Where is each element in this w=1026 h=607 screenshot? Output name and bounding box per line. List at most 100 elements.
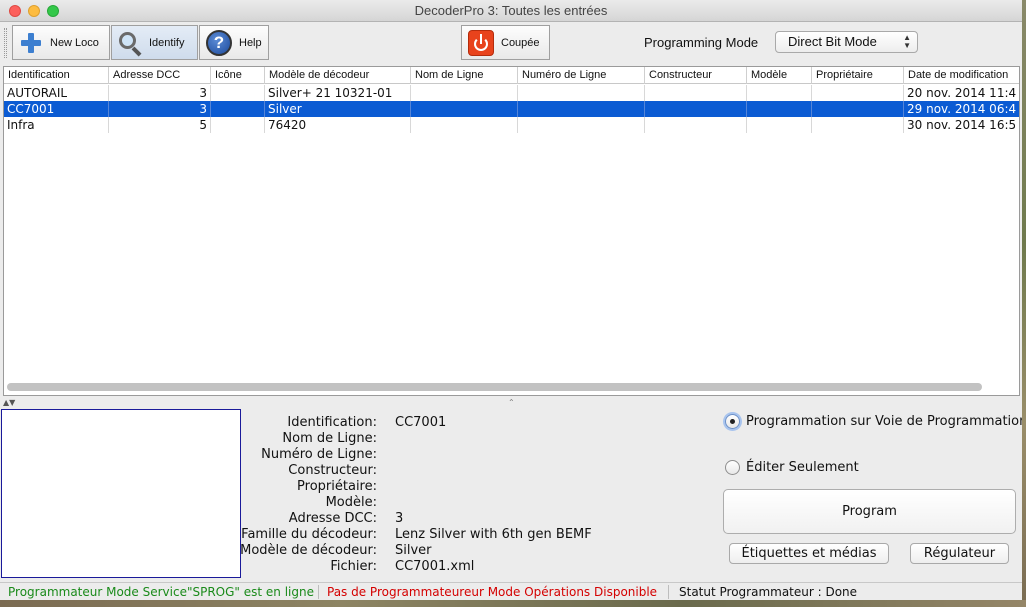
help-icon: ? <box>206 29 232 56</box>
identify-label: Identify <box>149 36 185 49</box>
programming-mode-select[interactable]: Direct Bit Mode ▲ ▼ <box>775 31 918 53</box>
edit-only-radio[interactable] <box>725 460 740 475</box>
table-cell <box>518 117 645 133</box>
detail-value-decoder-family: Lenz Silver with 6th gen BEMF <box>395 527 592 542</box>
window-title: DecoderPro 3: Toutes les entrées <box>414 3 608 18</box>
table-cell: 76420 <box>265 117 411 133</box>
status-divider <box>668 585 669 599</box>
plus-icon <box>19 31 43 55</box>
magnifier-icon <box>118 31 142 56</box>
table-cell <box>211 101 265 117</box>
service-mode-status: Programmateur Mode Service"SPROG" est en… <box>8 585 314 599</box>
table-cell <box>518 101 645 117</box>
detail-label-decoder-family: Famille du décodeur: <box>241 527 377 542</box>
table-cell <box>411 101 518 117</box>
programming-track-label: Programmation sur Voie de Programmation <box>746 414 1022 429</box>
help-button[interactable]: ? Help <box>199 25 269 60</box>
table-cell: 3 <box>109 85 211 101</box>
detail-value-decoder-model: Silver <box>395 543 432 558</box>
table-cell: Silver+ 21 10321-01 <box>265 85 411 101</box>
power-label: Coupée <box>501 36 540 49</box>
table-cell: 30 nov. 2014 16:5 <box>904 117 1019 133</box>
collapse-arrows-icon[interactable]: ▲▼ <box>3 398 15 407</box>
table-cell <box>645 101 747 117</box>
table-cell <box>747 117 812 133</box>
table-row[interactable]: Infra 5 76420 30 nov. 2014 16:5 <box>4 117 1019 133</box>
table-cell: 20 nov. 2014 11:4 <box>904 85 1019 101</box>
table-row[interactable]: CC7001 3 Silver 29 nov. 2014 06:4 <box>4 101 1019 117</box>
table-cell: 29 nov. 2014 06:4 <box>904 101 1019 117</box>
table-cell: CC7001 <box>4 101 109 117</box>
col-icon-header[interactable]: Icône <box>211 67 265 84</box>
table-cell <box>645 85 747 101</box>
table-cell <box>411 117 518 133</box>
detail-label-road-number: Numéro de Ligne: <box>261 447 377 462</box>
table-cell <box>812 85 904 101</box>
program-button[interactable]: Program <box>723 489 1016 534</box>
roster-table: Identification Adresse DCC Icône Modèle de … <box>3 66 1020 396</box>
programming-mode-label: Programming Mode <box>644 35 759 50</box>
edit-only-label: Éditer Seulement <box>746 460 859 475</box>
identify-button[interactable]: Identify <box>111 25 198 60</box>
help-label: Help <box>239 36 262 49</box>
programming-track-radio[interactable] <box>725 414 740 429</box>
col-owner-header[interactable]: Propriétaire <box>812 67 904 84</box>
col-dcc-address-header[interactable]: Adresse DCC <box>109 67 211 84</box>
detail-label-model: Modèle: <box>325 495 377 510</box>
detail-label-manufacturer: Constructeur: <box>288 463 377 478</box>
detail-value-file: CC7001.xml <box>395 559 475 574</box>
table-cell <box>747 85 812 101</box>
throttle-button[interactable]: Régulateur <box>910 543 1009 564</box>
table-cell <box>211 117 265 133</box>
col-decoder-model-header[interactable]: Modèle de décodeur <box>265 67 411 84</box>
detail-value-identification: CC7001 <box>395 415 447 430</box>
status-divider <box>318 585 319 599</box>
select-arrows-icon: ▲ ▼ <box>903 33 911 50</box>
table-cell <box>812 117 904 133</box>
detail-label-owner: Propriétaire: <box>297 479 377 494</box>
detail-label-road-name: Nom de Ligne: <box>282 431 377 446</box>
col-identification-header[interactable]: Identification <box>4 67 109 84</box>
main-window: DecoderPro 3: Toutes les entrées New Loc… <box>0 0 1022 607</box>
status-bar: Programmateur Mode Service"SPROG" est en… <box>0 582 1022 600</box>
detail-label-file: Fichier: <box>330 559 377 574</box>
table-cell: 3 <box>109 101 211 117</box>
table-row[interactable]: AUTORAIL 3 Silver+ 21 10321-01 20 nov. 2014… <box>4 85 1019 101</box>
horizontal-scrollbar[interactable] <box>7 383 982 391</box>
detail-label-decoder-model: Modèle de décodeur: <box>240 543 377 558</box>
split-pane-divider[interactable]: ▲▼ ⌃ <box>0 398 1022 408</box>
col-road-name-header[interactable]: Nom de Ligne <box>411 67 518 84</box>
ops-mode-status: Pas de Programmateureur Mode Opérations … <box>327 585 658 599</box>
labels-media-button[interactable]: Étiquettes et médias <box>729 543 889 564</box>
close-window-button[interactable] <box>9 5 21 17</box>
zoom-window-button[interactable] <box>47 5 59 17</box>
col-road-number-header[interactable]: Numéro de Ligne <box>518 67 645 84</box>
col-modified-date-header[interactable]: Date de modification <box>904 67 1019 84</box>
desktop-background <box>1022 0 1026 607</box>
toolbar: New Loco Identify ? Help Coupée Programm… <box>0 22 1022 64</box>
detail-value-dcc-address: 3 <box>395 511 404 526</box>
power-button[interactable]: Coupée <box>461 25 550 60</box>
new-loco-button[interactable]: New Loco <box>12 25 110 60</box>
detail-label-dcc-address: Adresse DCC: <box>288 511 377 526</box>
minimize-window-button[interactable] <box>28 5 40 17</box>
title-bar: DecoderPro 3: Toutes les entrées <box>0 0 1022 22</box>
table-cell <box>518 85 645 101</box>
desktop-background <box>0 600 1026 607</box>
new-loco-label: New Loco <box>50 36 99 49</box>
toolbar-grip[interactable] <box>4 28 7 58</box>
table-cell <box>747 101 812 117</box>
drag-handle-icon[interactable]: ⌃ <box>508 398 515 407</box>
detail-label-identification: Identification: <box>287 415 377 430</box>
col-manufacturer-header[interactable]: Constructeur <box>645 67 747 84</box>
table-cell <box>211 85 265 101</box>
table-header: Identification Adresse DCC Icône Modèle de … <box>4 67 1019 84</box>
col-model-header[interactable]: Modèle <box>747 67 812 84</box>
table-cell <box>645 117 747 133</box>
programming-mode-value: Direct Bit Mode <box>788 34 877 49</box>
programmer-status: Statut Programmateur : Done <box>679 585 858 599</box>
table-cell: Infra <box>4 117 109 133</box>
table-cell <box>411 85 518 101</box>
table-cell: 5 <box>109 117 211 133</box>
power-icon <box>468 29 494 56</box>
